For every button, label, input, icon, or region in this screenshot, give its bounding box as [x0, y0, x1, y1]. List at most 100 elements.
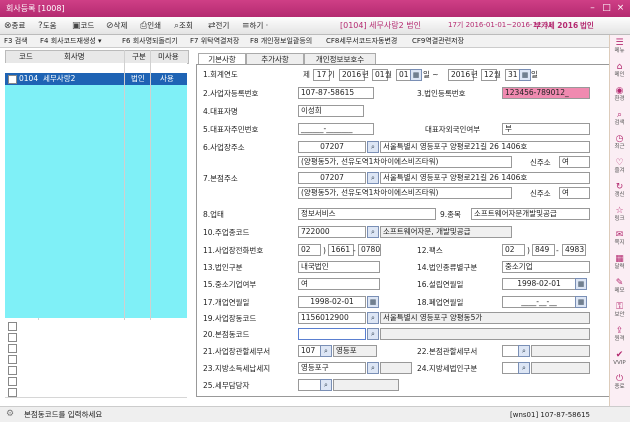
status-bar: ⚙ 본점동코드를 입력하세요 [wns01] 107-87-58615	[0, 406, 630, 422]
col-unused[interactable]: 미사용	[158, 52, 179, 62]
print-button[interactable]: ⎙인쇄	[140, 19, 161, 32]
hq-newaddr-field[interactable]: 여	[559, 187, 590, 199]
table-row[interactable]	[5, 386, 187, 398]
sidebar-item[interactable]: ▦ 달력	[609, 255, 630, 271]
cf9-save-button[interactable]: CF9역결관련저장	[412, 36, 464, 46]
code-button[interactable]: ▣코드	[72, 19, 94, 32]
sidebar-item[interactable]: ☰ 메뉴	[609, 39, 630, 55]
more-button[interactable]: ≡하기 ·	[242, 19, 268, 32]
sidebar-item[interactable]: ⏻ 종료	[609, 375, 630, 391]
biz-taxoffice-code[interactable]: 107	[298, 345, 322, 357]
search-icon[interactable]: ⌕	[367, 226, 379, 238]
cf8-taxoffice-button[interactable]: CF8세무서코드자동변경	[326, 36, 397, 46]
biz-newaddr-field[interactable]: 여	[559, 156, 590, 168]
maximize-button[interactable]: □	[601, 3, 612, 13]
search-icon[interactable]: ⌕	[320, 379, 332, 391]
biz-phone-label: 11.사업장전화번호	[203, 246, 264, 255]
closed-field[interactable]: ____-__-__	[502, 296, 576, 308]
sidebar-item[interactable]: ⚿ 보안	[609, 303, 630, 319]
hq-address-field[interactable]: 서울특별시 영등포구 양평로21길 26 1406호	[380, 172, 590, 184]
f8-consent-button[interactable]: F8 개인정보일괄등의	[250, 36, 312, 46]
search-icon[interactable]: ⌕	[367, 312, 379, 324]
row-checkbox[interactable]	[8, 377, 17, 386]
f3-search-button[interactable]: F3 검색	[4, 36, 28, 46]
ceo-name-field[interactable]: 이성희	[298, 105, 364, 117]
hq-dongcode-field[interactable]	[298, 328, 366, 340]
search-icon[interactable]: ⌕	[367, 172, 379, 184]
biz-address-detail[interactable]: (양평동5가, 선유도역1차아이에스비즈타워)	[298, 156, 512, 168]
col-type[interactable]: 구분	[132, 52, 146, 62]
search-icon[interactable]: ⌕	[367, 141, 379, 153]
biz-zip-field[interactable]: 07207	[298, 141, 366, 153]
row-checkbox[interactable]	[8, 355, 17, 364]
sidebar-item[interactable]: ✉ 쪽지	[609, 231, 630, 247]
row-checkbox[interactable]	[8, 388, 17, 397]
local-tax-field[interactable]: 영등포구	[298, 362, 366, 374]
close-button[interactable]: ×	[615, 3, 626, 13]
biz-item-field[interactable]: 소프트웨어자문개발및공급	[471, 208, 590, 220]
calendar-icon[interactable]: ▦	[575, 278, 587, 290]
row-checkbox[interactable]	[8, 333, 17, 342]
search-button[interactable]: ⌕조회	[174, 19, 193, 32]
sidebar-item[interactable]: ◉ 환경	[609, 87, 630, 103]
sidebar-item[interactable]: ✎ 메모	[609, 279, 630, 295]
transfer-button[interactable]: ⇄전기	[208, 19, 229, 32]
sidebar-item[interactable]: ⌕ 검색	[609, 111, 630, 127]
opened-field[interactable]: 1998-02-01	[298, 296, 366, 308]
sidebar-item[interactable]: ☆ 링크	[609, 207, 630, 223]
sidebar-item[interactable]: ⇪ 원격	[609, 327, 630, 343]
col-name[interactable]: 회사명	[64, 52, 85, 62]
help-button[interactable]: ?도움	[38, 19, 57, 32]
corp-category-field[interactable]: 내국법인	[298, 261, 380, 273]
founded-field[interactable]: 1998-02-01	[502, 278, 576, 290]
industry-code-field[interactable]: 722000	[298, 226, 366, 238]
foreigner-field[interactable]: 부	[502, 123, 590, 135]
bizno-field[interactable]: 107-87-58615	[298, 87, 374, 99]
fax-mid[interactable]: 849	[532, 244, 555, 256]
row-checkbox[interactable]	[8, 344, 17, 353]
hq-zip-field[interactable]: 07207	[298, 172, 366, 184]
corpno-field[interactable]: 123456-789012_	[502, 87, 590, 99]
hq-address-detail[interactable]: (양평동5가, 선유도역1차아이에스비즈타워)	[298, 187, 512, 199]
ceo-ssn-field[interactable]: ______-_______	[298, 123, 374, 135]
settings-icon[interactable]: ⚙	[6, 409, 14, 419]
delete-button[interactable]: ⊘삭제	[106, 19, 127, 32]
calendar-icon[interactable]: ▦	[519, 69, 531, 81]
search-icon[interactable]: ⌕	[518, 362, 530, 374]
f7-save-button[interactable]: F7 위탁역결저장	[190, 36, 239, 46]
fax-sep: -	[556, 246, 559, 255]
sidebar-item[interactable]: ↻ 갱신	[609, 183, 630, 199]
table-row[interactable]: 0104 세무사랑2 법인 사용	[5, 73, 187, 85]
biz-address-field[interactable]: 서울특별시 영등포구 양평로21길 26 1406호	[380, 141, 590, 153]
f4-regenerate-button[interactable]: F4 회사코드재생성 ▾	[40, 36, 102, 46]
search-icon[interactable]: ⌕	[320, 345, 332, 357]
col-code[interactable]: 코드	[19, 52, 33, 62]
biz-phone-area[interactable]: 02	[298, 244, 321, 256]
calendar-icon[interactable]: ▦	[410, 69, 422, 81]
minimize-button[interactable]: –	[587, 3, 598, 13]
search-icon[interactable]: ⌕	[518, 345, 530, 357]
biz-phone-last[interactable]: 0780	[358, 244, 381, 256]
row-checkbox[interactable]	[8, 322, 17, 331]
tax-manager-code[interactable]	[298, 379, 322, 391]
biz-type-field[interactable]: 정보서비스	[298, 208, 436, 220]
calendar-icon[interactable]: ▦	[367, 296, 379, 308]
sidebar-item[interactable]: ◷ 최근	[609, 135, 630, 151]
biz-phone-mid[interactable]: 1661	[328, 244, 354, 256]
sidebar-icon: ↻	[615, 182, 624, 192]
sme-field[interactable]: 여	[298, 278, 380, 290]
calendar-icon[interactable]: ▦	[575, 296, 587, 308]
fax-area[interactable]: 02	[502, 244, 525, 256]
search-icon[interactable]: ⌕	[367, 362, 379, 374]
corp-kind-field[interactable]: 중소기업	[502, 261, 590, 273]
row-checkbox[interactable]	[8, 366, 17, 375]
sidebar-item[interactable]: ♡ 즐겨	[609, 159, 630, 175]
f6-revert-name-button[interactable]: F6 회사명되돌리기	[122, 36, 178, 46]
search-icon[interactable]: ⌕	[367, 328, 379, 340]
row-checkbox[interactable]	[8, 75, 17, 84]
sidebar-item[interactable]: ⌂ 메인	[609, 63, 630, 79]
exit-button[interactable]: ⊗종료	[4, 19, 25, 32]
sidebar-item[interactable]: ✔ VVIP	[609, 351, 630, 367]
biz-dongcode-field[interactable]: 1156012900	[298, 312, 366, 324]
fax-last[interactable]: 4983	[562, 244, 586, 256]
